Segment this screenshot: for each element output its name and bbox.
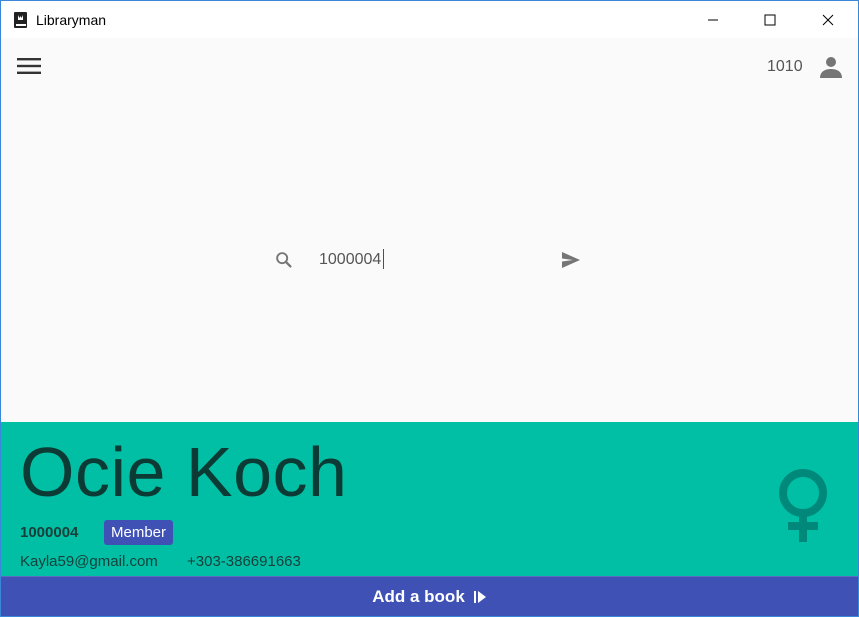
search-input[interactable]	[317, 248, 547, 272]
female-icon	[771, 467, 835, 547]
member-panel: Ocie Koch 1000004 Member Kayla59@gmail.c…	[1, 422, 858, 576]
member-id: 1000004	[20, 524, 79, 541]
add-book-button[interactable]: Add a book	[1, 576, 858, 616]
member-role-badge: Member	[104, 520, 174, 545]
menu-button[interactable]	[11, 48, 47, 84]
search-icon	[273, 249, 295, 271]
minimize-button[interactable]	[684, 1, 742, 38]
member-phone: +303-386691663	[187, 553, 301, 570]
add-book-label: Add a book	[372, 586, 465, 606]
text-caret	[383, 249, 384, 269]
app-book-icon	[13, 11, 28, 29]
app-bar: 1010	[1, 38, 858, 94]
account-button[interactable]	[816, 52, 846, 82]
send-button[interactable]	[559, 248, 583, 272]
minimize-icon	[708, 19, 718, 20]
close-icon	[822, 14, 834, 25]
account-icon	[820, 57, 842, 78]
member-name: Ocie Koch	[20, 433, 348, 511]
close-button[interactable]	[799, 1, 857, 38]
send-icon	[562, 252, 580, 268]
title-bar: Libraryman	[1, 1, 858, 38]
window-title: Libraryman	[36, 12, 107, 28]
menu-icon	[17, 58, 41, 74]
maximize-button[interactable]	[741, 1, 799, 38]
play-arrow-icon	[473, 590, 486, 603]
user-number: 1010	[767, 58, 803, 75]
member-email: Kayla59@gmail.com	[20, 553, 158, 570]
maximize-icon	[764, 14, 776, 25]
app-window: Libraryman 1010 1000004 Ocie Koch 100000…	[0, 0, 859, 617]
